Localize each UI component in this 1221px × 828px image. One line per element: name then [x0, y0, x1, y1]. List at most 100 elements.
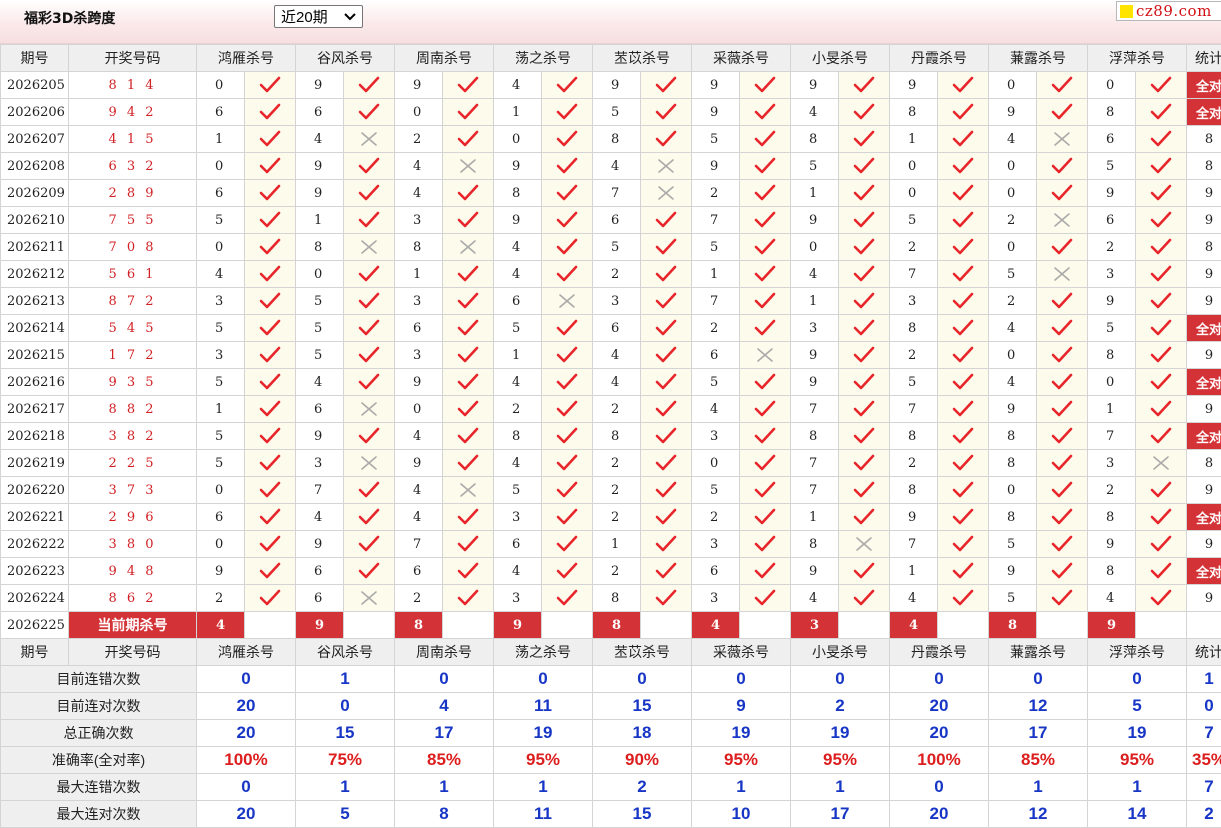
check-icon — [457, 265, 479, 283]
current-kill-number: 9 — [296, 612, 344, 639]
kill-number-cell: 2 — [494, 396, 542, 423]
kill-number-cell: 5 — [296, 288, 344, 315]
kill-number-cell: 6 — [296, 558, 344, 585]
result-mark-cell — [1037, 450, 1088, 477]
check-icon — [952, 373, 974, 391]
check-icon — [754, 157, 776, 175]
check-icon — [853, 400, 875, 418]
result-mark-cell — [1037, 261, 1088, 288]
kill-number-cell: 9 — [395, 369, 443, 396]
result-mark-cell — [245, 558, 296, 585]
current-stat-empty — [1187, 612, 1221, 639]
kill-number-cell: 1 — [494, 342, 542, 369]
kill-number-cell: 4 — [395, 153, 443, 180]
draw-number-cell: 4 1 5 — [69, 126, 197, 153]
kill-number-cell: 0 — [197, 153, 245, 180]
check-icon — [556, 265, 578, 283]
current-kill-spacer — [641, 612, 692, 639]
check-icon — [1150, 535, 1172, 553]
col-header-period: 期号 — [1, 45, 69, 72]
site-logo[interactable]: cz89.com — [1116, 1, 1221, 21]
summary-value: 1 — [989, 774, 1088, 801]
check-icon — [1150, 346, 1172, 364]
check-icon — [556, 346, 578, 364]
result-mark-cell — [443, 315, 494, 342]
all-correct-badge: 全对 — [1187, 558, 1221, 585]
result-mark-cell — [1136, 504, 1187, 531]
main-header-row: 期号开奖号码鸿雁杀号谷风杀号周南杀号荡之杀号苤苡杀号采薇杀号小旻杀号丹霞杀号蒹露… — [1, 45, 1221, 72]
result-mark-cell — [245, 396, 296, 423]
current-kill-number: 4 — [692, 612, 740, 639]
kill-number-cell: 8 — [494, 180, 542, 207]
table-row: 20262203 7 307452578029 — [1, 477, 1221, 504]
kill-number-cell: 7 — [593, 180, 641, 207]
result-mark-cell — [344, 396, 395, 423]
check-icon — [1150, 265, 1172, 283]
result-mark-cell — [443, 531, 494, 558]
kill-number-cell: 8 — [989, 504, 1037, 531]
current-kill-spacer — [542, 612, 593, 639]
kill-number-cell: 5 — [593, 99, 641, 126]
kill-number-cell: 2 — [593, 261, 641, 288]
check-icon — [1051, 346, 1073, 364]
result-mark-cell — [641, 585, 692, 612]
check-icon — [655, 373, 677, 391]
kill-number-cell: 9 — [494, 207, 542, 234]
kill-number-cell: 5 — [890, 369, 938, 396]
summary-row: 总正确次数201517191819192017197 — [1, 720, 1221, 747]
check-icon — [952, 481, 974, 499]
check-icon — [853, 211, 875, 229]
col-header-expert: 荡之杀号 — [494, 639, 593, 666]
kill-number-cell: 9 — [989, 558, 1037, 585]
kill-number-cell: 1 — [791, 504, 839, 531]
kill-number-cell: 2 — [890, 234, 938, 261]
check-icon — [1150, 589, 1172, 607]
check-icon — [655, 238, 677, 256]
cross-icon — [1051, 211, 1073, 229]
kill-number-cell: 4 — [395, 180, 443, 207]
check-icon — [655, 103, 677, 121]
result-mark-cell — [443, 558, 494, 585]
result-mark-cell — [344, 207, 395, 234]
kill-number-cell: 0 — [296, 261, 344, 288]
kill-number-cell: 9 — [890, 504, 938, 531]
kill-number-cell: 4 — [989, 126, 1037, 153]
summary-value: 18 — [593, 720, 692, 747]
period-cell: 2026210 — [1, 207, 69, 234]
kill-number-cell: 4 — [593, 342, 641, 369]
result-mark-cell — [641, 153, 692, 180]
check-icon — [754, 319, 776, 337]
kill-number-cell: 2 — [593, 477, 641, 504]
kill-number-cell: 6 — [593, 315, 641, 342]
check-icon — [556, 535, 578, 553]
result-mark-cell — [542, 450, 593, 477]
kill-number-cell: 0 — [989, 234, 1037, 261]
check-icon — [457, 103, 479, 121]
result-mark-cell — [443, 180, 494, 207]
cross-icon — [358, 454, 380, 472]
check-icon — [655, 427, 677, 445]
result-mark-cell — [839, 477, 890, 504]
check-icon — [556, 103, 578, 121]
cross-icon — [358, 400, 380, 418]
col-header-expert: 蒹露杀号 — [989, 45, 1088, 72]
result-mark-cell — [938, 504, 989, 531]
check-icon — [754, 589, 776, 607]
kill-number-cell: 3 — [197, 288, 245, 315]
period-range-select[interactable]: 近20期 — [274, 5, 363, 28]
check-icon — [358, 481, 380, 499]
kill-number-cell: 5 — [692, 234, 740, 261]
summary-value: 100% — [890, 747, 989, 774]
kill-number-cell: 8 — [989, 450, 1037, 477]
kill-number-cell: 8 — [296, 234, 344, 261]
kill-number-cell: 3 — [395, 207, 443, 234]
check-icon — [655, 292, 677, 310]
kill-number-cell: 6 — [296, 99, 344, 126]
cross-icon — [655, 157, 677, 175]
kill-number-cell: 5 — [197, 450, 245, 477]
result-mark-cell — [740, 234, 791, 261]
kill-number-cell: 0 — [197, 477, 245, 504]
current-kill-spacer — [245, 612, 296, 639]
kill-number-cell: 6 — [395, 558, 443, 585]
check-icon — [655, 508, 677, 526]
